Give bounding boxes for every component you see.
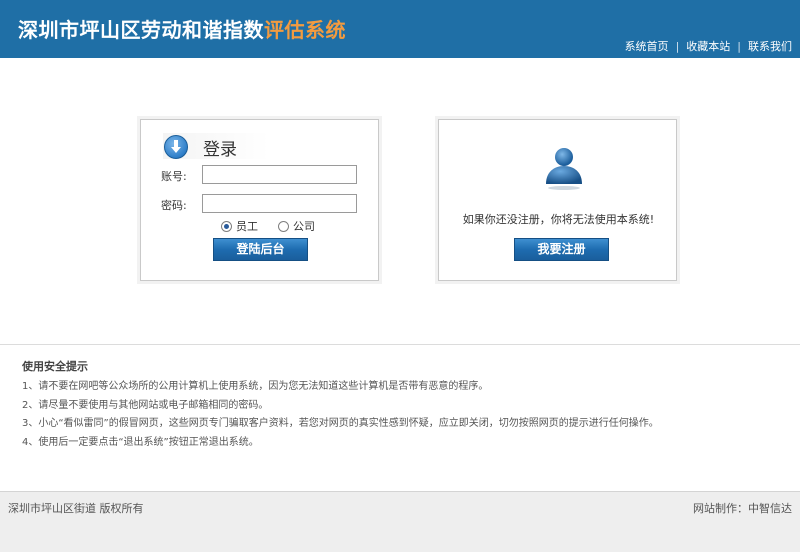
link-separator: | — [737, 40, 741, 53]
role-radio-group: 员工 公司 — [221, 218, 335, 234]
employee-radio[interactable] — [221, 221, 232, 232]
tip-item: 4、使用后一定要点击“退出系统”按钮正常退出系统。 — [22, 436, 259, 448]
content-divider — [0, 344, 800, 345]
password-label: 密码: — [161, 199, 187, 212]
home-link[interactable]: 系统首页 — [625, 40, 669, 53]
page-title: 深圳市坪山区劳动和谐指数评估系统 — [18, 14, 346, 43]
header: 深圳市坪山区劳动和谐指数评估系统 系统首页 | 收藏本站 | 联系我们 — [0, 0, 800, 58]
footer: 深圳市坪山区街道 版权所有 网站制作：中智信达 — [0, 491, 800, 552]
company-radio-label[interactable]: 公司 — [293, 220, 315, 233]
tip-item: 2、请尽量不要使用与其他网站或电子邮箱相同的密码。 — [22, 399, 269, 411]
title-accent: 评估系统 — [264, 18, 346, 42]
link-separator: | — [675, 40, 680, 53]
title-main: 深圳市坪山区劳动和谐指数 — [18, 18, 264, 42]
user-icon — [546, 148, 582, 190]
company-radio[interactable] — [278, 221, 289, 232]
tips-title: 使用安全提示 — [22, 360, 88, 373]
download-arrow-icon — [164, 135, 188, 159]
login-title: 登录 — [203, 140, 237, 160]
tip-item: 3、小心“看似雷同”的假冒网页，这些网页专门骗取客户资料，若您对网页的真实性感到… — [22, 418, 659, 429]
password-input[interactable] — [202, 194, 357, 213]
register-message: 如果你还没注册，你将无法使用本系统! — [462, 213, 655, 226]
top-links: 系统首页 | 收藏本站 | 联系我们 — [625, 38, 792, 54]
contact-link[interactable]: 联系我们 — [748, 40, 792, 53]
bookmark-link[interactable]: 收藏本站 — [686, 40, 730, 53]
security-tips: 使用安全提示 1、请不要在网吧等公众场所的公用计算机上使用系统，因为您无法知道这… — [22, 358, 659, 452]
register-button[interactable]: 我要注册 — [514, 238, 609, 261]
login-button[interactable]: 登陆后台 — [213, 238, 308, 261]
employee-radio-label[interactable]: 员工 — [236, 220, 258, 233]
tip-item: 1、请不要在网吧等公众场所的公用计算机上使用系统，因为您无法知道这些计算机是否带… — [22, 381, 489, 392]
account-label: 账号: — [161, 170, 187, 183]
register-panel: 如果你还没注册，你将无法使用本系统! 我要注册 — [438, 119, 677, 281]
copyright-text: 深圳市坪山区街道 版权所有 — [8, 502, 144, 515]
site-credit: 网站制作：中智信达 — [693, 502, 792, 515]
account-input[interactable] — [202, 165, 357, 184]
login-panel: 登录 账号: 密码: 员工 公司 登陆后台 — [140, 119, 379, 281]
